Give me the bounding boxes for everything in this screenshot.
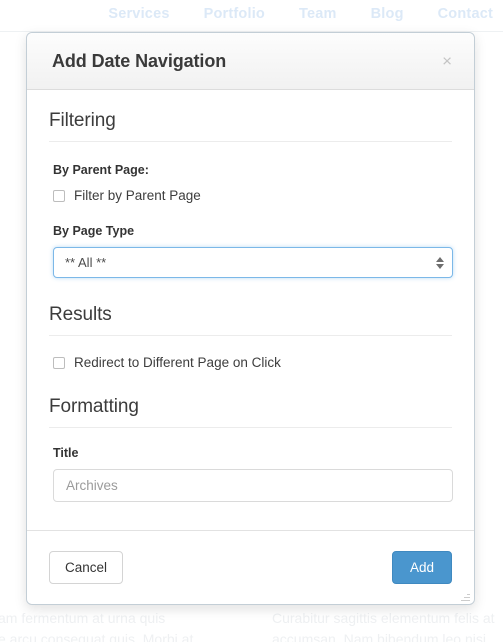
modal-title: Add Date Navigation bbox=[52, 50, 227, 71]
select-page-type[interactable]: ** All ** bbox=[53, 247, 453, 278]
background-site-nav: Services Portfolio Team Blog Contact bbox=[0, 6, 503, 22]
cancel-button[interactable]: Cancel bbox=[49, 550, 124, 585]
label-by-parent-page: By Parent Page: bbox=[53, 163, 149, 177]
select-wrapper-page-type: ** All ** bbox=[53, 247, 453, 278]
background-text-line: stie arcu consequat quis. Morbi at bbox=[0, 631, 194, 642]
input-title-value: Archives bbox=[66, 478, 118, 493]
nav-link-team[interactable]: Team bbox=[299, 6, 337, 22]
section-heading-filtering: Filtering bbox=[49, 110, 452, 142]
nav-link-blog[interactable]: Blog bbox=[371, 6, 404, 22]
resize-handle-icon[interactable] bbox=[461, 592, 470, 601]
modal-footer: Cancel Add bbox=[27, 530, 474, 604]
modal-body: Filtering By Parent Page: Filter by Pare… bbox=[27, 90, 474, 530]
background-text-line: ullam fermentum at urna quis bbox=[0, 610, 166, 626]
label-by-page-type: By Page Type bbox=[53, 224, 135, 238]
checkbox-row-redirect-on-click[interactable]: Redirect to Different Page on Click bbox=[53, 355, 452, 370]
label-title: Title bbox=[53, 446, 79, 460]
checkbox-label-filter-by-parent-page: Filter by Parent Page bbox=[74, 188, 201, 203]
nav-link-services[interactable]: Services bbox=[108, 6, 169, 22]
background-text-column-left: ullam fermentum at urna quis stie arcu c… bbox=[0, 608, 244, 642]
input-title[interactable]: Archives bbox=[53, 469, 453, 502]
checkbox-filter-by-parent-page[interactable] bbox=[53, 189, 65, 202]
close-icon[interactable]: × bbox=[438, 51, 456, 72]
checkbox-row-filter-by-parent-page[interactable]: Filter by Parent Page bbox=[53, 188, 452, 203]
select-page-type-value: ** All ** bbox=[65, 255, 107, 270]
background-text-line: Curabitur sagittis elementum felis at bbox=[272, 610, 495, 626]
page-root: Services Portfolio Team Blog Contact ull… bbox=[0, 0, 503, 642]
background-text-column-right: Curabitur sagittis elementum felis at ac… bbox=[272, 608, 503, 642]
checkbox-redirect-on-click[interactable] bbox=[53, 356, 65, 369]
stepper-arrows-icon bbox=[436, 256, 444, 269]
nav-link-contact[interactable]: Contact bbox=[438, 6, 493, 22]
add-button[interactable]: Add bbox=[391, 550, 452, 585]
add-date-navigation-modal: Add Date Navigation × Filtering By Paren… bbox=[26, 32, 475, 605]
modal-header: Add Date Navigation × bbox=[27, 33, 474, 90]
section-heading-formatting: Formatting bbox=[49, 396, 452, 428]
nav-link-portfolio[interactable]: Portfolio bbox=[204, 6, 265, 22]
background-text-line: accumsan. Nam bibendum leo nisi bbox=[272, 631, 486, 642]
checkbox-label-redirect-on-click: Redirect to Different Page on Click bbox=[74, 355, 281, 370]
section-heading-results: Results bbox=[49, 304, 452, 336]
